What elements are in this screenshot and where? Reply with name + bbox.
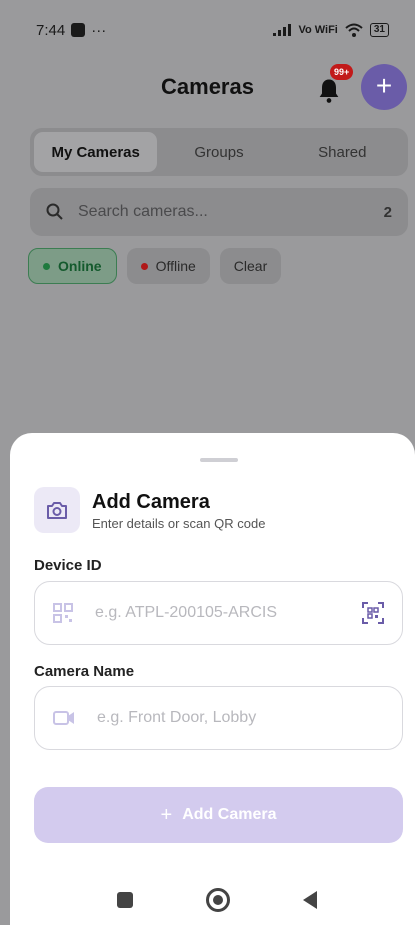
- notification-square-icon: [71, 23, 86, 37]
- tab-groups[interactable]: Groups: [157, 132, 280, 172]
- status-dots: ···: [91, 21, 107, 39]
- page-title: Cameras: [161, 74, 254, 99]
- qr-icon: [53, 603, 73, 623]
- video-icon: [53, 711, 74, 725]
- plus-icon: +: [160, 803, 173, 826]
- status-right: Vo WiFi 31: [273, 23, 389, 37]
- scan-qr-icon[interactable]: [362, 602, 384, 624]
- device-id-field[interactable]: e.g. ATPL-200105-ARCIS: [34, 581, 403, 645]
- bell-icon[interactable]: [315, 76, 343, 104]
- tab-my-cameras[interactable]: My Cameras: [34, 132, 158, 172]
- system-nav-bar: [10, 878, 415, 918]
- network-label: Vo WiFi: [298, 24, 338, 36]
- filter-offline-label: Offline: [155, 258, 196, 274]
- camera-name-placeholder: e.g. Front Door, Lobby: [97, 709, 257, 726]
- camera-name-label: Camera Name: [34, 663, 135, 680]
- search-input[interactable]: Search cameras... 2: [30, 188, 408, 236]
- status-time: 7:44: [36, 21, 66, 39]
- camera-count: 2: [383, 203, 392, 221]
- filter-clear-label: Clear: [233, 258, 268, 274]
- add-camera-button[interactable]: +: [361, 64, 407, 110]
- status-filters: Online Offline Clear: [28, 248, 282, 284]
- filter-offline-chip[interactable]: Offline: [126, 248, 210, 284]
- device-id-label: Device ID: [34, 557, 102, 574]
- filter-clear-chip[interactable]: Clear: [219, 248, 282, 284]
- filter-online-chip[interactable]: Online: [28, 248, 117, 284]
- add-camera-sheet: Add Camera Enter details or scan QR code…: [10, 433, 415, 925]
- tab-shared[interactable]: Shared: [281, 132, 404, 172]
- online-dot-icon: [43, 262, 50, 270]
- status-left: 7:44 ···: [36, 22, 106, 39]
- wifi-icon: [345, 23, 363, 37]
- recents-icon[interactable]: [117, 892, 133, 908]
- sheet-drag-handle[interactable]: [200, 458, 238, 462]
- submit-label: Add Camera: [182, 806, 277, 823]
- home-icon[interactable]: [206, 888, 230, 912]
- sheet-header-icon: [34, 487, 80, 533]
- battery-icon: 31: [369, 23, 389, 37]
- offline-dot-icon: [140, 262, 148, 270]
- camera-icon: [47, 502, 67, 519]
- signal-icon: [273, 24, 292, 36]
- app-header: Cameras 99+ +: [0, 64, 415, 112]
- back-icon[interactable]: [303, 891, 317, 909]
- device-id-placeholder: e.g. ATPL-200105-ARCIS: [95, 604, 278, 621]
- search-icon: [46, 203, 63, 220]
- add-camera-submit-button[interactable]: + Add Camera: [34, 787, 403, 843]
- sheet-title: Add Camera: [92, 491, 210, 513]
- camera-tabs: My Cameras Groups Shared: [30, 128, 408, 176]
- camera-name-field[interactable]: e.g. Front Door, Lobby: [34, 686, 403, 750]
- sheet-subtitle: Enter details or scan QR code: [92, 516, 266, 531]
- notification-badge: 99+: [330, 64, 354, 80]
- status-bar: 7:44 ··· Vo WiFi 31: [0, 0, 415, 60]
- search-placeholder: Search cameras...: [78, 203, 208, 220]
- filter-online-label: Online: [58, 258, 102, 274]
